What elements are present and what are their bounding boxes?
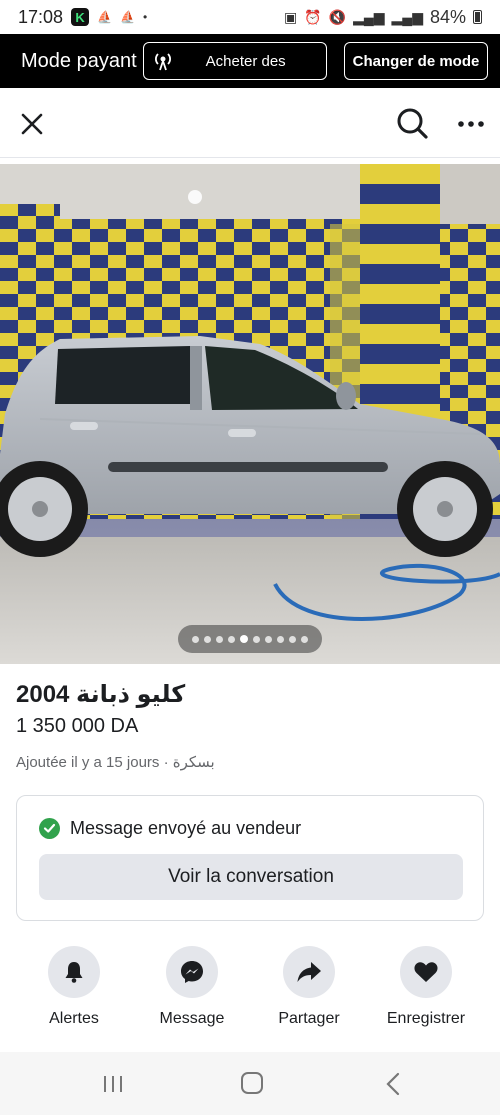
- car-photo: [0, 164, 500, 664]
- alerts-label: Alertes: [49, 1010, 99, 1027]
- message-label: Message: [159, 1010, 225, 1027]
- buy-button-label: Acheter des: [205, 52, 286, 70]
- share-button[interactable]: Partager: [254, 946, 364, 1028]
- heart-icon: [414, 962, 438, 982]
- listing-photo[interactable]: [0, 164, 500, 664]
- alerts-circle[interactable]: [48, 946, 100, 998]
- home-icon[interactable]: [241, 1072, 263, 1094]
- pager-dot: [192, 635, 199, 643]
- message-circle[interactable]: [166, 946, 218, 998]
- mute-icon: 🔇: [328, 8, 347, 25]
- save-label: Enregistrer: [386, 1010, 466, 1027]
- system-nav-bar: [0, 1052, 500, 1115]
- notification-icon: ⛵: [97, 10, 112, 24]
- recents-icon[interactable]: [101, 1074, 125, 1094]
- alarm-icon: ⏰: [304, 8, 322, 25]
- message-status-text: Message envoyé au vendeur: [70, 818, 302, 838]
- pager-dot: [301, 635, 308, 643]
- buy-button[interactable]: Acheter des: [142, 42, 327, 80]
- message-button[interactable]: Message: [137, 946, 247, 1028]
- notification-icon: ⛵: [120, 10, 135, 24]
- close-icon[interactable]: [18, 110, 46, 138]
- save-button[interactable]: Enregistrer: [371, 946, 481, 1028]
- photo-pager: [178, 625, 322, 653]
- top-nav: [0, 88, 500, 158]
- signal-icon: ▂▄▆: [391, 8, 423, 25]
- nfc-icon: ▣: [283, 8, 298, 25]
- change-mode-button[interactable]: Changer de mode: [344, 42, 488, 80]
- status-icons: ▣ ⏰ 🔇 ▂▄▆ ▂▄▆ 84%: [284, 7, 482, 28]
- pager-dot: [265, 635, 272, 643]
- check-icon: [39, 818, 60, 839]
- alerts-button[interactable]: Alertes: [19, 946, 129, 1028]
- dot-icon: •: [142, 10, 148, 24]
- mode-title: Mode payant: [21, 49, 137, 72]
- mode-bar: Mode payant Acheter des Changer de mode: [0, 34, 500, 88]
- messenger-icon: [181, 961, 203, 983]
- view-conversation-button[interactable]: Voir la conversation: [39, 854, 463, 900]
- battery-level: 84%: [429, 6, 466, 27]
- battery-icon: [473, 10, 482, 24]
- listing-price: 1 350 000 DA: [16, 715, 139, 737]
- pager-dot: [289, 635, 296, 643]
- back-icon[interactable]: [384, 1072, 402, 1096]
- more-icon[interactable]: [456, 110, 486, 138]
- share-circle[interactable]: [283, 946, 335, 998]
- save-circle[interactable]: [400, 946, 452, 998]
- pager-dot: [228, 635, 235, 643]
- share-label: Partager: [278, 1010, 340, 1027]
- pager-dot: [216, 635, 223, 643]
- pager-dot: [204, 635, 211, 643]
- pager-dot-active: [240, 635, 248, 643]
- broadcast-icon: [154, 53, 171, 71]
- status-bar: 17:08 K ⛵ ⛵ • ▣ ⏰ 🔇 ▂▄▆ ▂▄▆ 84%: [0, 0, 500, 34]
- pager-dot: [277, 635, 284, 643]
- signal-icon: ▂▄▆: [353, 8, 385, 25]
- status-time: 17:08: [18, 6, 64, 27]
- message-status: Message envoyé au vendeur: [39, 818, 301, 839]
- bell-icon: [65, 962, 83, 983]
- share-icon: [297, 962, 321, 982]
- pager-dot: [253, 635, 260, 643]
- search-icon[interactable]: [395, 106, 429, 140]
- listing-meta: Ajoutée il y a 15 jours · بسكرة: [16, 754, 215, 771]
- action-bar: Alertes Message Partager Enregistrer: [0, 946, 500, 1036]
- listing-title: كليو ذبانة 2004: [16, 681, 186, 708]
- message-card: Message envoyé au vendeur Voir la conver…: [16, 795, 484, 921]
- notification-k-icon: K: [71, 8, 90, 26]
